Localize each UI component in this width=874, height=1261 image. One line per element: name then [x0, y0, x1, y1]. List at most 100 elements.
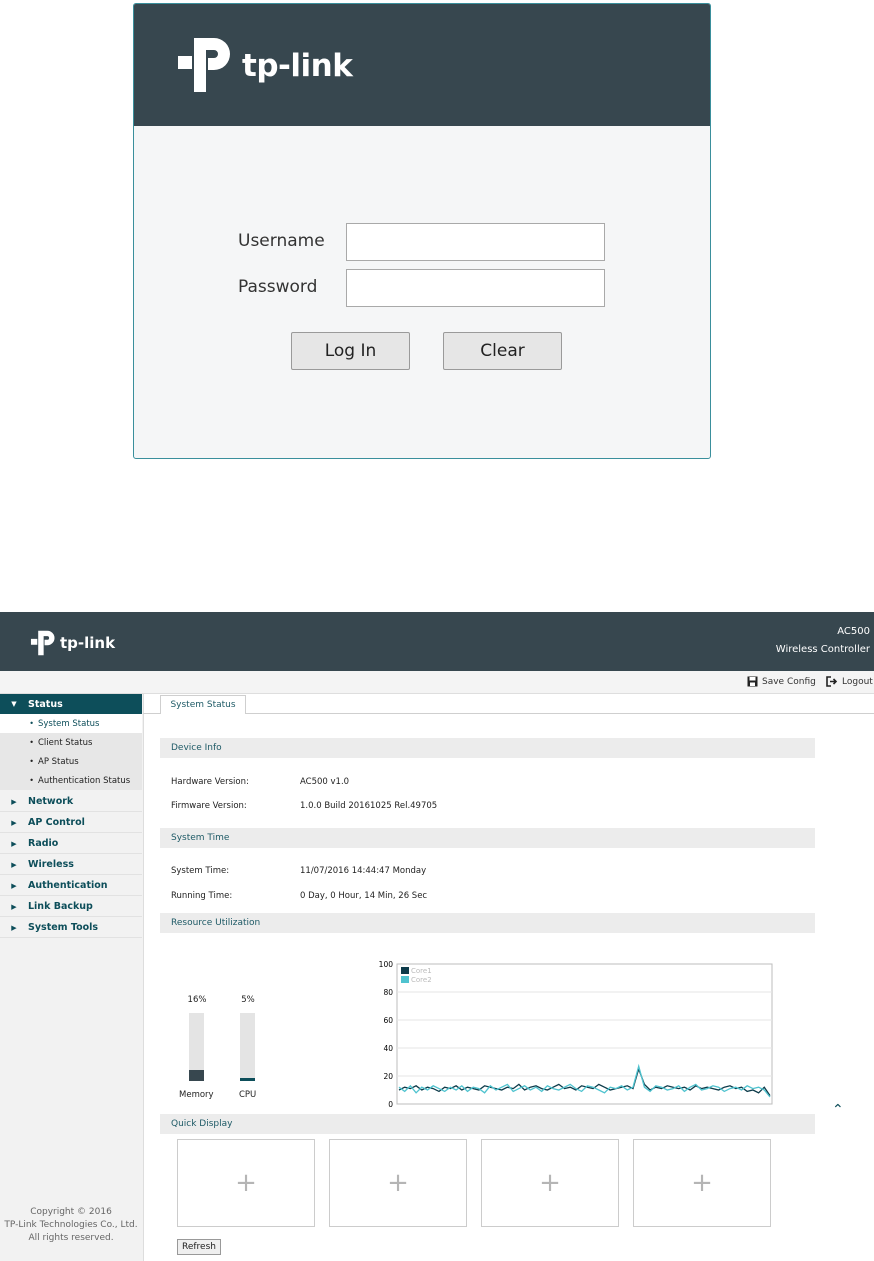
sidebar-item-ap-control[interactable]: ▶ AP Control [0, 813, 142, 833]
memory-gauge-fill [189, 1070, 204, 1081]
sidebar-subitem-ap-status[interactable]: • AP Status [0, 752, 142, 771]
username-field[interactable] [346, 223, 605, 261]
sidebar-subitem-authentication-status[interactable]: • Authentication Status [0, 771, 142, 790]
sidebar-subitem-label: Authentication Status [38, 775, 131, 786]
chart-plot-area [396, 963, 773, 1105]
y-tick-label: 100 [379, 960, 394, 969]
sidebar-subitem-system-status[interactable]: • System Status [0, 714, 142, 733]
legend-swatch [401, 967, 409, 974]
caret-right-icon: ▶ [11, 860, 17, 869]
caret-down-icon: ▼ [11, 700, 17, 708]
save-icon [747, 676, 758, 687]
legend-label: Core2 [411, 976, 432, 984]
dashboard-header: tp-link AC500 Wireless Controller [0, 612, 874, 671]
sidebar-item-label: Network [28, 796, 74, 807]
firmware-version-label: Firmware Version: [171, 801, 247, 811]
product-name: Wireless Controller [775, 644, 870, 655]
password-label: Password [238, 277, 318, 297]
save-config-button[interactable]: Save Config [747, 676, 816, 687]
copyright: Copyright © 2016 TP-Link Technologies Co… [0, 1206, 142, 1245]
cpu-percent: 5% [241, 995, 255, 1005]
clear-button[interactable]: Clear [443, 332, 562, 370]
sidebar-item-link-backup[interactable]: ▶ Link Backup [0, 897, 142, 917]
copyright-line: Copyright © 2016 [30, 1207, 112, 1217]
login-header: tp-link [134, 4, 710, 126]
quick-display-add-button[interactable]: + [329, 1139, 467, 1227]
memory-percent: 16% [187, 995, 207, 1005]
sidebar-subitem-label: Client Status [38, 737, 93, 748]
cpu-label: CPU [239, 1090, 257, 1100]
legend-swatch [401, 976, 409, 983]
device-info-header: Device Info [160, 738, 815, 758]
bullet-icon: • [29, 719, 34, 728]
sidebar-item-network[interactable]: ▶ Network [0, 792, 142, 812]
sidebar-item-system-tools[interactable]: ▶ System Tools [0, 918, 142, 938]
cpu-gauge-fill [240, 1078, 255, 1081]
hardware-version-label: Hardware Version: [171, 777, 249, 787]
memory-gauge [189, 1013, 204, 1081]
sidebar-item-radio[interactable]: ▶ Radio [0, 834, 142, 854]
cpu-core-line-chart: 0 20 40 60 80 100 Core1Core2 [379, 960, 773, 1108]
copyright-line: TP-Link Technologies Co., Ltd. [4, 1220, 138, 1230]
quick-display-add-button[interactable]: + [177, 1139, 315, 1227]
caret-right-icon: ▶ [11, 902, 17, 911]
save-config-label: Save Config [762, 676, 816, 687]
tab-system-status[interactable]: System Status [160, 695, 246, 714]
caret-right-icon: ▶ [11, 881, 17, 890]
memory-label: Memory [179, 1090, 214, 1100]
logout-label: Logout [842, 676, 873, 687]
caret-right-icon: ▶ [11, 797, 17, 806]
logout-icon [826, 676, 838, 687]
tp-link-logo-icon [30, 630, 55, 656]
dashboard: tp-link AC500 Wireless Controller Save C… [0, 612, 874, 1261]
running-time-label: Running Time: [171, 891, 233, 901]
sidebar-subitem-label: AP Status [38, 756, 79, 767]
scroll-to-top-icon[interactable]: ⌃ [832, 1102, 844, 1118]
tab-strip-line [143, 713, 874, 714]
caret-right-icon: ▶ [11, 839, 17, 848]
login-button[interactable]: Log In [291, 332, 410, 370]
running-time-value: 0 Day, 0 Hour, 14 Min, 26 Sec [300, 891, 428, 901]
sidebar-item-authentication[interactable]: ▶ Authentication [0, 876, 142, 896]
caret-right-icon: ▶ [11, 818, 17, 827]
sidebar-subitem-client-status[interactable]: • Client Status [0, 733, 142, 752]
y-tick-label: 60 [383, 1016, 393, 1025]
sidebar: ▼ Status • System Status • Client Status… [0, 694, 144, 1261]
quick-display-add-button[interactable]: + [633, 1139, 771, 1227]
logout-button[interactable]: Logout [826, 676, 873, 687]
username-label: Username [238, 231, 325, 251]
quick-display-header: Quick Display [160, 1114, 815, 1134]
sidebar-item-wireless[interactable]: ▶ Wireless [0, 855, 142, 875]
toolbar: Save Config Logout [0, 671, 874, 694]
y-tick-label: 20 [383, 1072, 393, 1081]
caret-right-icon: ▶ [11, 923, 17, 932]
sidebar-item-label: System Tools [28, 922, 99, 933]
sidebar-subitem-label: System Status [38, 718, 100, 729]
quick-display-add-button[interactable]: + [481, 1139, 619, 1227]
sidebar-item-label: Authentication [28, 880, 108, 891]
system-time-value: 11/07/2016 14:44:47 Monday [300, 866, 427, 876]
y-tick-label: 80 [383, 988, 393, 997]
login-brand-text: tp-link [242, 48, 353, 84]
sidebar-item-label: Status [28, 698, 63, 710]
cpu-gauge [240, 1013, 255, 1081]
bullet-icon: • [29, 776, 34, 785]
resource-utilization-header: Resource Utilization [160, 913, 815, 933]
system-time-label: System Time: [171, 866, 230, 876]
y-tick-label: 0 [388, 1100, 393, 1108]
device-model: AC500 [837, 626, 870, 637]
password-field[interactable] [346, 269, 605, 307]
tp-link-logo-icon [178, 38, 230, 92]
sidebar-item-status[interactable]: ▼ Status [0, 694, 142, 714]
copyright-line: All rights reserved. [28, 1233, 114, 1243]
sidebar-item-label: Link Backup [28, 901, 93, 912]
system-time-header: System Time [160, 828, 815, 848]
bullet-icon: • [29, 738, 34, 747]
y-tick-label: 40 [383, 1044, 393, 1053]
sidebar-item-label: AP Control [28, 817, 85, 828]
sidebar-item-label: Radio [28, 838, 59, 849]
bullet-icon: • [29, 757, 34, 766]
refresh-button[interactable]: Refresh [177, 1239, 221, 1255]
sidebar-item-label: Wireless [28, 859, 74, 870]
header-brand-text: tp-link [60, 634, 116, 652]
